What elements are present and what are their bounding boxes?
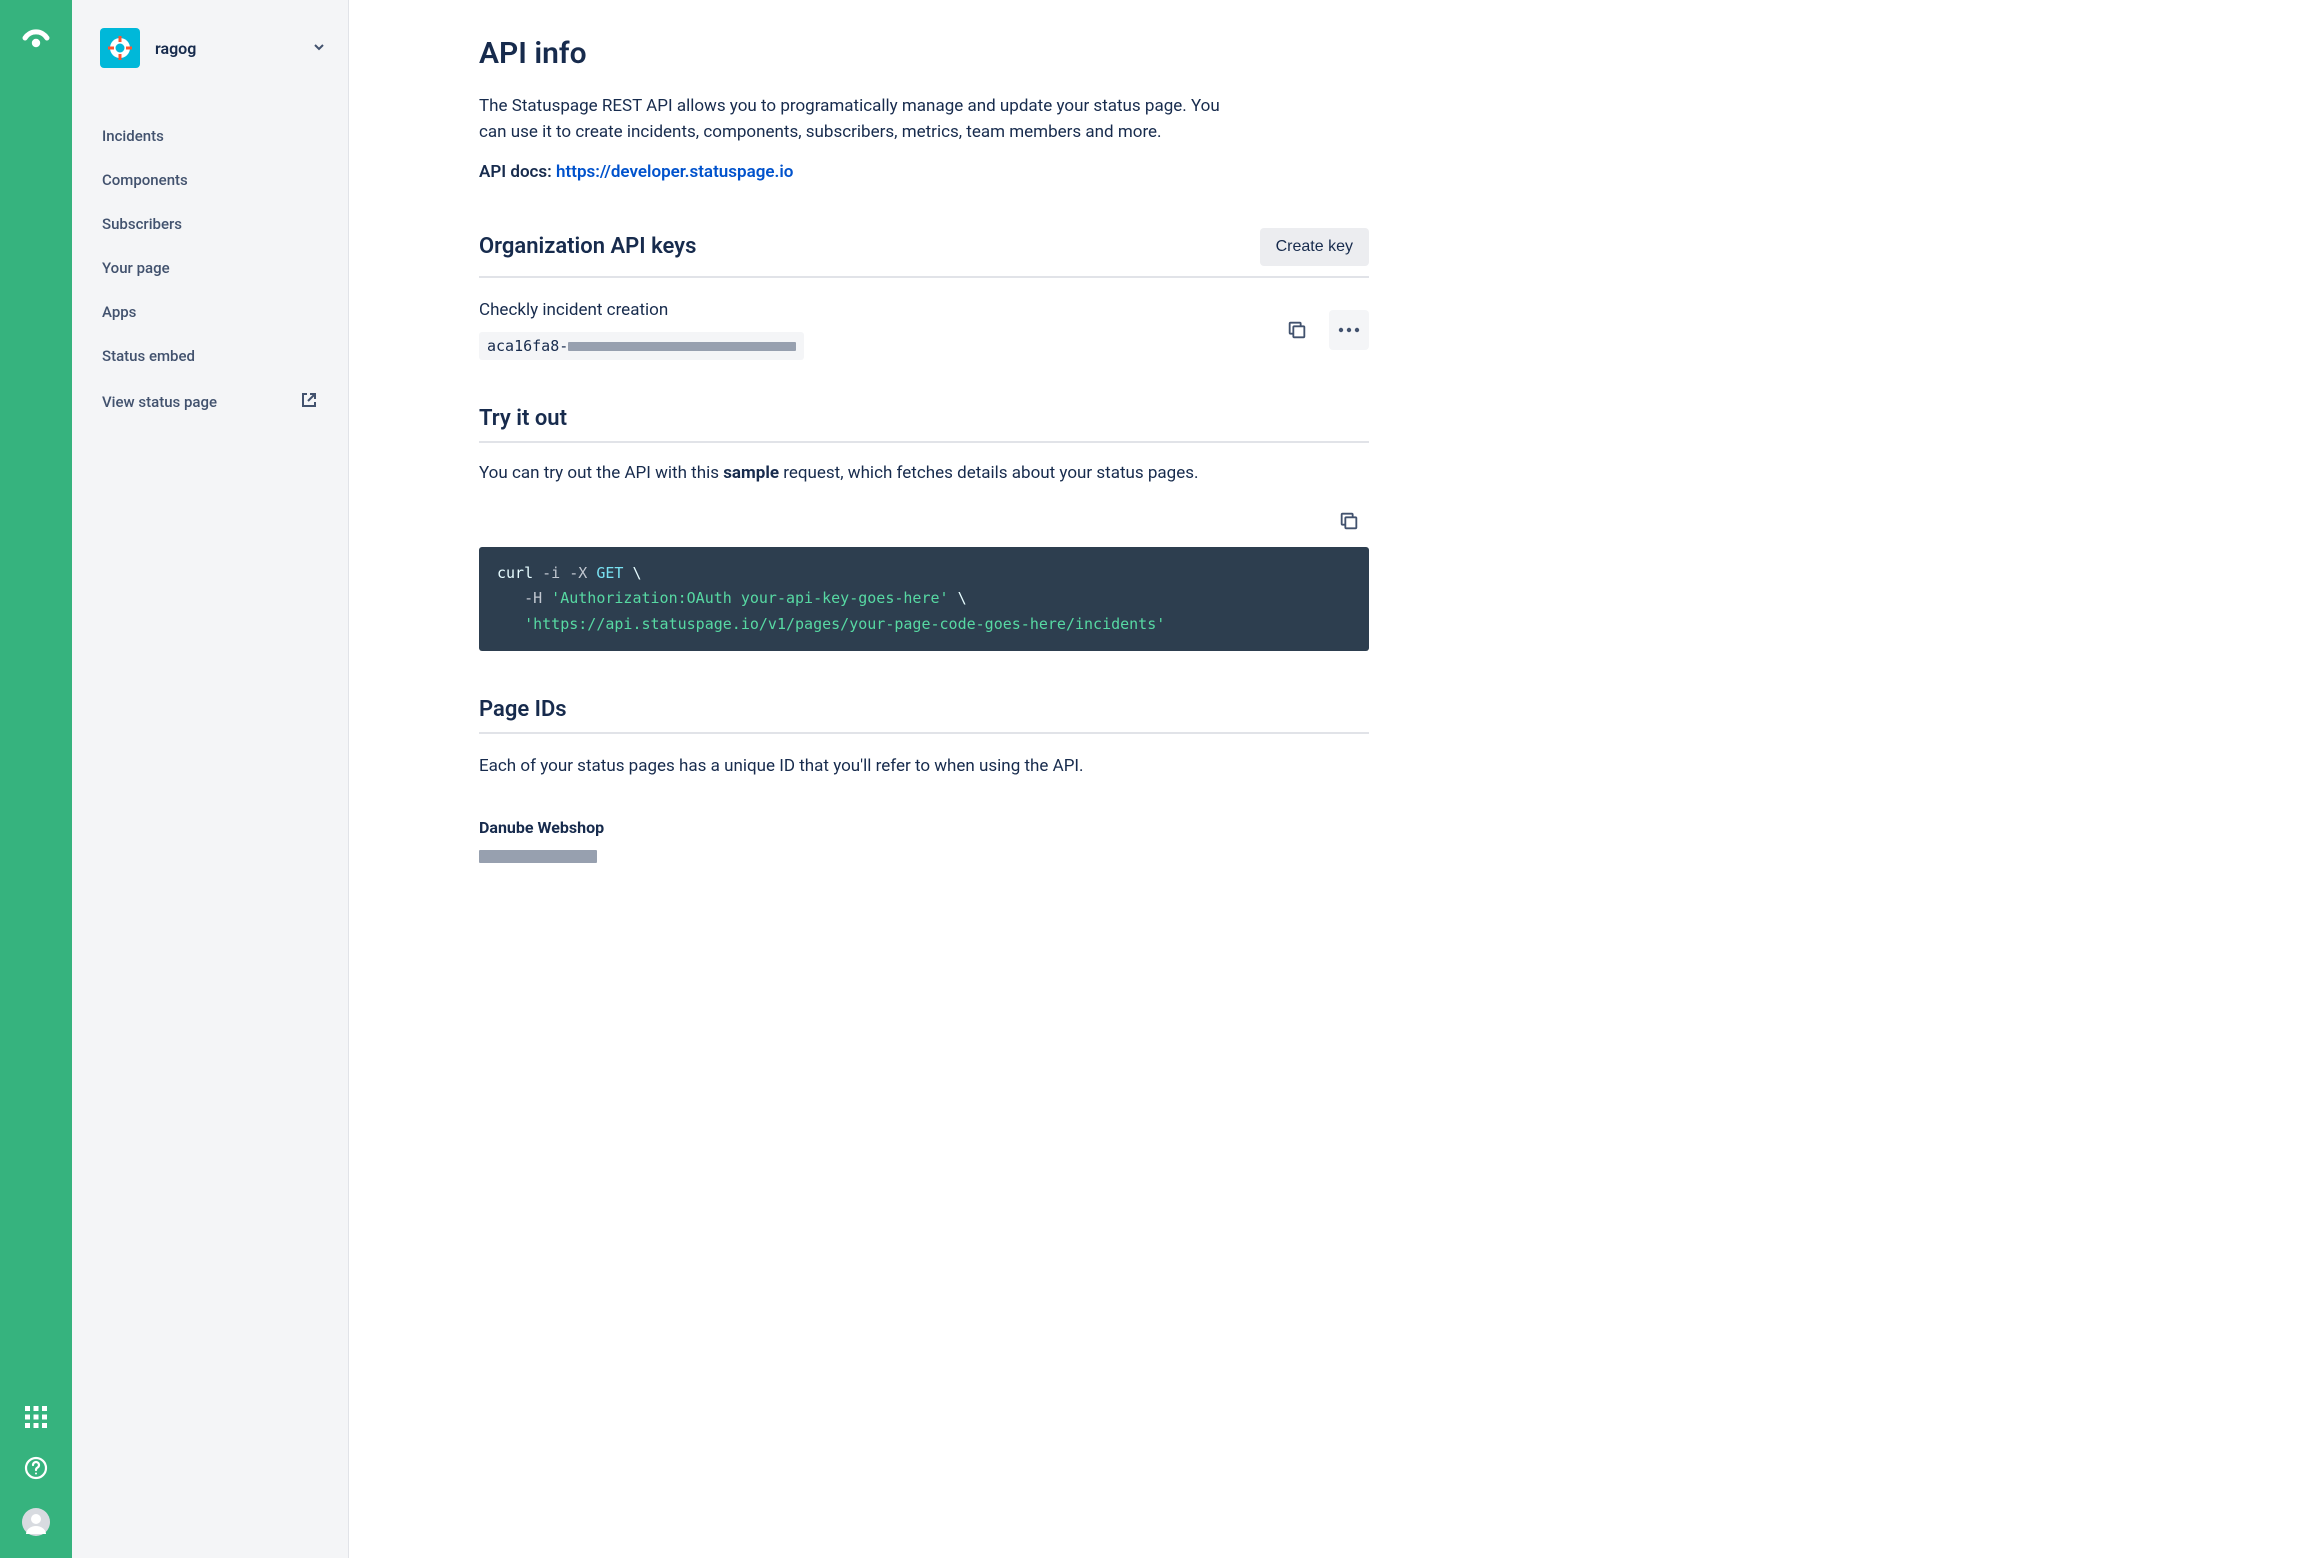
external-link-icon: [300, 391, 318, 413]
section-title-page-ids: Page IDs: [479, 697, 567, 722]
nav-components[interactable]: Components: [72, 158, 348, 202]
page-ids-description: Each of your status pages has a unique I…: [479, 756, 1369, 776]
redacted-key: [568, 342, 796, 351]
nav-view-status-page[interactable]: View status page: [72, 378, 348, 426]
section-title-api-keys: Organization API keys: [479, 234, 696, 259]
help-icon[interactable]: [24, 1456, 48, 1480]
apps-grid-icon[interactable]: [25, 1406, 47, 1428]
api-docs-line: API docs: https://developer.statuspage.i…: [479, 162, 1369, 182]
main-content: API info The Statuspage REST API allows …: [349, 0, 1369, 907]
redacted-page-id: [479, 850, 597, 863]
nav-status-embed[interactable]: Status embed: [72, 334, 348, 378]
page-id-value: [479, 849, 1369, 867]
nav-incidents[interactable]: Incidents: [72, 114, 348, 158]
api-key-value: aca16fa8-: [479, 332, 804, 360]
nav-subscribers[interactable]: Subscribers: [72, 202, 348, 246]
section-page-ids: Page IDs Each of your status pages has a…: [479, 697, 1369, 867]
code-sample: curl -i -X GET \ -H 'Authorization:OAuth…: [479, 547, 1369, 652]
section-api-keys: Organization API keys Create key Checkly…: [479, 228, 1369, 360]
page-title: API info: [479, 36, 1369, 71]
create-key-button[interactable]: Create key: [1260, 228, 1369, 266]
chevron-down-icon: [312, 39, 326, 58]
copy-code-button[interactable]: [1329, 501, 1369, 541]
api-description: The Statuspage REST API allows you to pr…: [479, 93, 1249, 146]
nav-your-page[interactable]: Your page: [72, 246, 348, 290]
section-try-it: Try it out You can try out the API with …: [479, 406, 1369, 652]
api-key-name: Checkly incident creation: [479, 300, 1277, 320]
nav-apps[interactable]: Apps: [72, 290, 348, 334]
org-switcher[interactable]: ragog: [72, 18, 348, 78]
avatar[interactable]: [22, 1508, 50, 1536]
page-id-name: Danube Webshop: [479, 818, 1369, 837]
try-it-description: You can try out the API with this sample…: [479, 463, 1369, 483]
copy-key-button[interactable]: [1277, 310, 1317, 350]
key-more-button[interactable]: [1329, 310, 1369, 350]
sidebar: ragog Incidents Components Subscribers Y…: [72, 0, 349, 1558]
left-rail: [0, 0, 72, 1558]
brand-icon[interactable]: [21, 22, 51, 52]
api-docs-link[interactable]: https://developer.statuspage.io: [556, 162, 793, 182]
org-logo: [100, 28, 140, 68]
sidebar-nav: Incidents Components Subscribers Your pa…: [72, 114, 348, 426]
section-title-try-it: Try it out: [479, 406, 567, 431]
org-name: ragog: [155, 39, 297, 58]
